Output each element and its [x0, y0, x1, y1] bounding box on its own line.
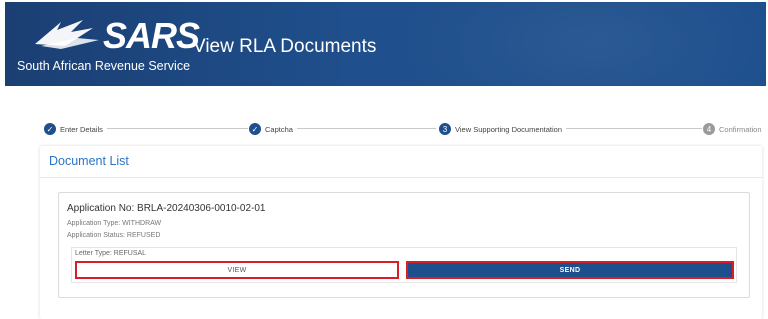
page-title: View RLA Documents [193, 36, 377, 57]
header-decoration [386, 2, 766, 86]
application-panel: Application No: BRLA-20240306-0010-02-01… [58, 192, 750, 298]
step-connector [556, 128, 702, 129]
step-label: Captcha [265, 124, 293, 134]
site-header: SARS South African Revenue Service View … [5, 2, 766, 86]
step-connector [296, 128, 436, 129]
application-status: Application Status: REFUSED [67, 232, 161, 239]
check-icon: ✓ [249, 123, 261, 135]
progress-stepper: ✓ Enter Details ✓ Captcha 3 View Support… [44, 122, 766, 136]
application-type: Application Type: WITHDRAW [67, 220, 162, 227]
letter-row: Letter Type: REFUSAL VIEW SEND [71, 247, 737, 283]
view-button[interactable]: VIEW [75, 261, 399, 279]
send-button[interactable]: SEND [406, 261, 734, 279]
divider [40, 177, 762, 178]
step-number-badge: 4 [703, 123, 715, 135]
step-enter-details[interactable]: ✓ Enter Details [44, 122, 107, 136]
document-list-card: Document List Application No: BRLA-20240… [40, 146, 762, 319]
step-label: Enter Details [60, 124, 103, 134]
step-confirmation: 4 Confirmation [703, 122, 766, 136]
letter-type: Letter Type: REFUSAL [75, 250, 147, 257]
check-icon: ✓ [44, 123, 56, 135]
logo-wordmark: SARS [103, 15, 200, 56]
step-view-supporting-documentation[interactable]: 3 View Supporting Documentation [439, 122, 567, 136]
sars-emblem-icon [35, 20, 99, 49]
step-captcha[interactable]: ✓ Captcha [249, 122, 297, 136]
organization-name: South African Revenue Service [17, 59, 191, 73]
step-label: View Supporting Documentation [455, 124, 563, 134]
sars-logo[interactable]: SARS [31, 16, 200, 54]
card-title: Document List [49, 154, 129, 168]
step-connector [104, 128, 248, 129]
application-number: Application No: BRLA-20240306-0010-02-01 [67, 203, 266, 214]
step-number-badge: 3 [439, 123, 451, 135]
step-label: Confirmation [719, 124, 762, 134]
